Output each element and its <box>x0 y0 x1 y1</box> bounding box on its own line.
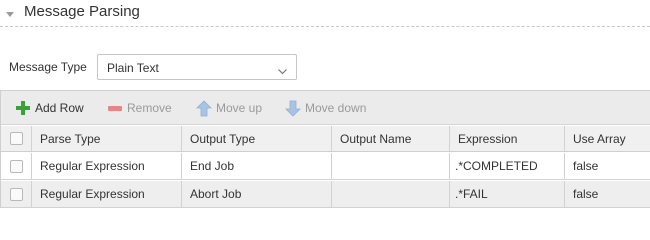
row-select-cell[interactable] <box>1 153 32 179</box>
arrow-down-icon <box>285 100 301 117</box>
minus-icon <box>107 100 123 116</box>
grid-toolbar: Add Row Remove Move up Move down <box>1 91 650 125</box>
table-row[interactable]: Regular Expression End Job .*COMPLETED f… <box>1 153 650 180</box>
move-up-label: Move up <box>216 101 263 115</box>
column-header-parse-type[interactable]: Parse Type <box>32 126 182 151</box>
row-select-cell[interactable] <box>1 181 32 207</box>
row-checkbox[interactable] <box>9 159 23 173</box>
section-header[interactable]: Message Parsing <box>0 0 650 27</box>
column-header-expression[interactable]: Expression <box>450 126 565 151</box>
output-name-cell[interactable] <box>332 181 450 207</box>
output-type-cell[interactable]: Abort Job <box>182 181 332 207</box>
column-header-output-type[interactable]: Output Type <box>182 126 332 151</box>
output-name-cell[interactable] <box>332 153 450 179</box>
row-checkbox[interactable] <box>9 187 23 201</box>
chevron-down-icon[interactable] <box>5 8 15 17</box>
message-type-label: Message Type <box>9 60 87 74</box>
add-row-button[interactable]: Add Row <box>15 99 84 117</box>
arrow-up-icon <box>196 99 212 117</box>
expression-cell[interactable]: .*FAIL <box>450 181 565 207</box>
parsing-grid: Add Row Remove Move up Move down Parse T… <box>0 90 650 208</box>
output-type-cell[interactable]: End Job <box>182 153 332 179</box>
add-row-label: Add Row <box>35 101 84 115</box>
column-header-use-array[interactable]: Use Array <box>565 126 650 151</box>
column-header-output-name[interactable]: Output Name <box>332 126 450 151</box>
chevron-down-icon <box>278 64 287 75</box>
parse-type-cell[interactable]: Regular Expression <box>32 153 182 179</box>
section-title: Message Parsing <box>24 3 140 20</box>
remove-button[interactable]: Remove <box>107 99 172 117</box>
table-row[interactable]: Regular Expression Abort Job .*FAIL fals… <box>1 181 650 208</box>
message-type-value: Plain Text <box>107 61 159 75</box>
move-up-button[interactable]: Move up <box>196 99 262 117</box>
move-down-button[interactable]: Move down <box>285 99 366 117</box>
expression-cell[interactable]: .*COMPLETED <box>450 153 565 179</box>
table-header: Parse Type Output Type Output Name Expre… <box>1 126 650 152</box>
remove-label: Remove <box>127 101 172 115</box>
select-all-checkbox[interactable] <box>9 132 23 145</box>
message-type-select[interactable]: Plain Text <box>97 54 297 80</box>
use-array-cell[interactable]: false <box>565 153 650 179</box>
move-down-label: Move down <box>305 101 367 115</box>
plus-icon <box>15 100 31 116</box>
parse-type-cell[interactable]: Regular Expression <box>32 181 182 207</box>
select-all-cell[interactable] <box>1 126 32 151</box>
use-array-cell[interactable]: false <box>565 181 650 207</box>
